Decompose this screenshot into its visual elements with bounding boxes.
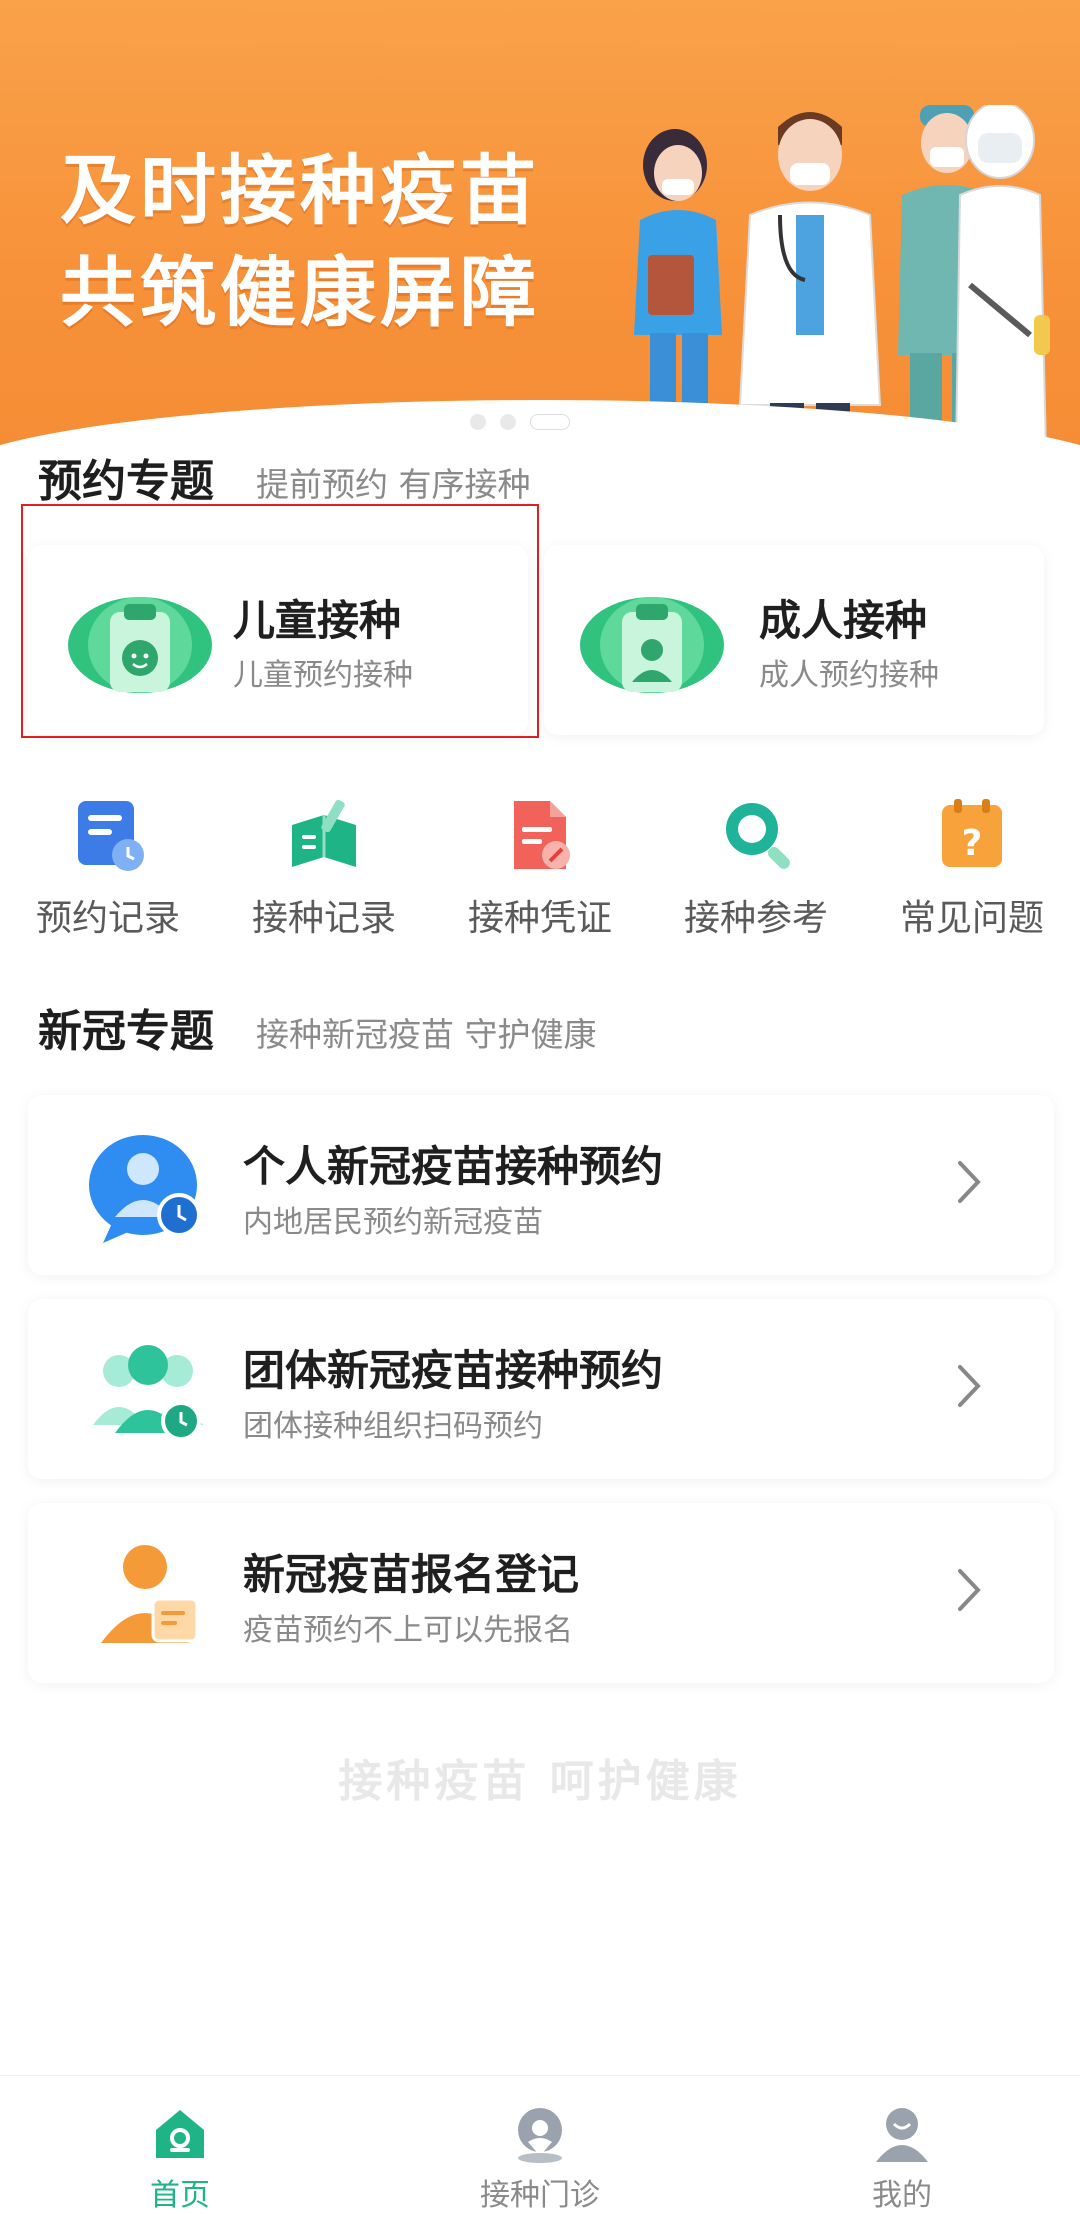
carousel-dot-active[interactable]	[530, 414, 570, 430]
covid-section-header: 新冠专题 接种新冠疫苗 守护健康	[38, 995, 597, 1059]
profile-icon	[876, 2108, 928, 2162]
section-subtitle: 接种新冠疫苗 守护健康	[256, 1015, 597, 1054]
banner-headline: 及时接种疫苗 共筑健康屏障	[60, 140, 540, 344]
svg-text:?: ?	[962, 823, 983, 864]
personal-covid-booking-item[interactable]: 个人新冠疫苗接种预约 内地居民预约新冠疫苗	[28, 1095, 1054, 1275]
banner-line-2: 共筑健康屏障	[60, 248, 540, 337]
item-title: 团体新冠疫苗接种预约	[243, 1346, 664, 1395]
carousel-dot[interactable]	[500, 414, 516, 430]
quick-label: 接种记录	[251, 898, 396, 939]
chevron-right-icon	[958, 1161, 981, 1203]
booking-section-header: 预约专题 提前预约 有序接种	[38, 445, 531, 509]
card-subtitle: 成人预约接种	[759, 658, 939, 693]
quick-vaccination-certificate[interactable]: 接种凭证	[440, 795, 640, 941]
selection-highlight-box	[21, 504, 539, 738]
person-clock-icon	[89, 1135, 201, 1243]
quick-label: 预约记录	[35, 898, 180, 939]
group-clock-icon	[93, 1345, 203, 1441]
register-form-icon	[101, 1545, 199, 1643]
quick-label: 接种参考	[683, 898, 828, 939]
chevron-right-icon	[958, 1365, 981, 1407]
tab-profile[interactable]: 我的	[802, 2104, 1002, 2214]
item-subtitle: 团体接种组织扫码预约	[243, 1409, 543, 1444]
appointment-record-icon	[78, 801, 144, 871]
item-title: 个人新冠疫苗接种预约	[243, 1142, 664, 1191]
tab-label: 接种门诊	[480, 2178, 600, 2213]
adult-vaccination-card[interactable]: 成人接种 成人预约接种	[544, 545, 1044, 735]
quick-faq[interactable]: ? 常见问题	[872, 795, 1072, 941]
vaccination-certificate-icon	[514, 801, 570, 869]
search-reference-icon	[726, 803, 790, 869]
tab-label: 我的	[872, 2178, 932, 2213]
item-title: 新冠疫苗报名登记	[243, 1550, 580, 1599]
carousel-indicator	[470, 414, 570, 430]
tab-home[interactable]: 首页	[80, 2104, 280, 2214]
carousel-dot[interactable]	[470, 414, 486, 430]
chevron-right-icon	[958, 1569, 981, 1611]
quick-vaccination-record[interactable]: 接种记录	[224, 795, 424, 941]
quick-label: 常见问题	[899, 898, 1044, 939]
tab-clinic[interactable]: 接种门诊	[440, 2104, 640, 2214]
bottom-tab-bar: 首页 接种门诊 我的	[0, 2075, 1080, 2213]
medical-staff-illustration	[634, 105, 1050, 450]
card-title: 成人接种	[759, 596, 928, 645]
home-icon	[156, 2110, 204, 2158]
promo-banner[interactable]: 及时接种疫苗 共筑健康屏障	[0, 0, 1080, 450]
group-covid-booking-item[interactable]: 团体新冠疫苗接种预约 团体接种组织扫码预约	[28, 1299, 1054, 1479]
tab-label: 首页	[150, 2178, 210, 2213]
adult-clipboard-icon	[580, 597, 724, 693]
section-title: 新冠专题	[38, 1006, 214, 1057]
banner-line-1: 及时接种疫苗	[60, 146, 540, 235]
clinic-location-icon	[518, 2108, 562, 2163]
section-title: 预约专题	[38, 456, 214, 507]
item-subtitle: 疫苗预约不上可以先报名	[243, 1613, 573, 1648]
vaccination-record-icon	[292, 799, 356, 867]
section-subtitle: 提前预约 有序接种	[256, 465, 531, 504]
faq-icon: ?	[942, 799, 1002, 867]
item-subtitle: 内地居民预约新冠疫苗	[243, 1205, 543, 1240]
covid-registration-item[interactable]: 新冠疫苗报名登记 疫苗预约不上可以先报名	[28, 1503, 1054, 1683]
quick-appointment-record[interactable]: 预约记录	[8, 795, 208, 941]
quick-vaccination-reference[interactable]: 接种参考	[656, 795, 856, 941]
footer-slogan: 接种疫苗 呵护健康	[338, 1756, 742, 1807]
quick-label: 接种凭证	[467, 898, 612, 939]
